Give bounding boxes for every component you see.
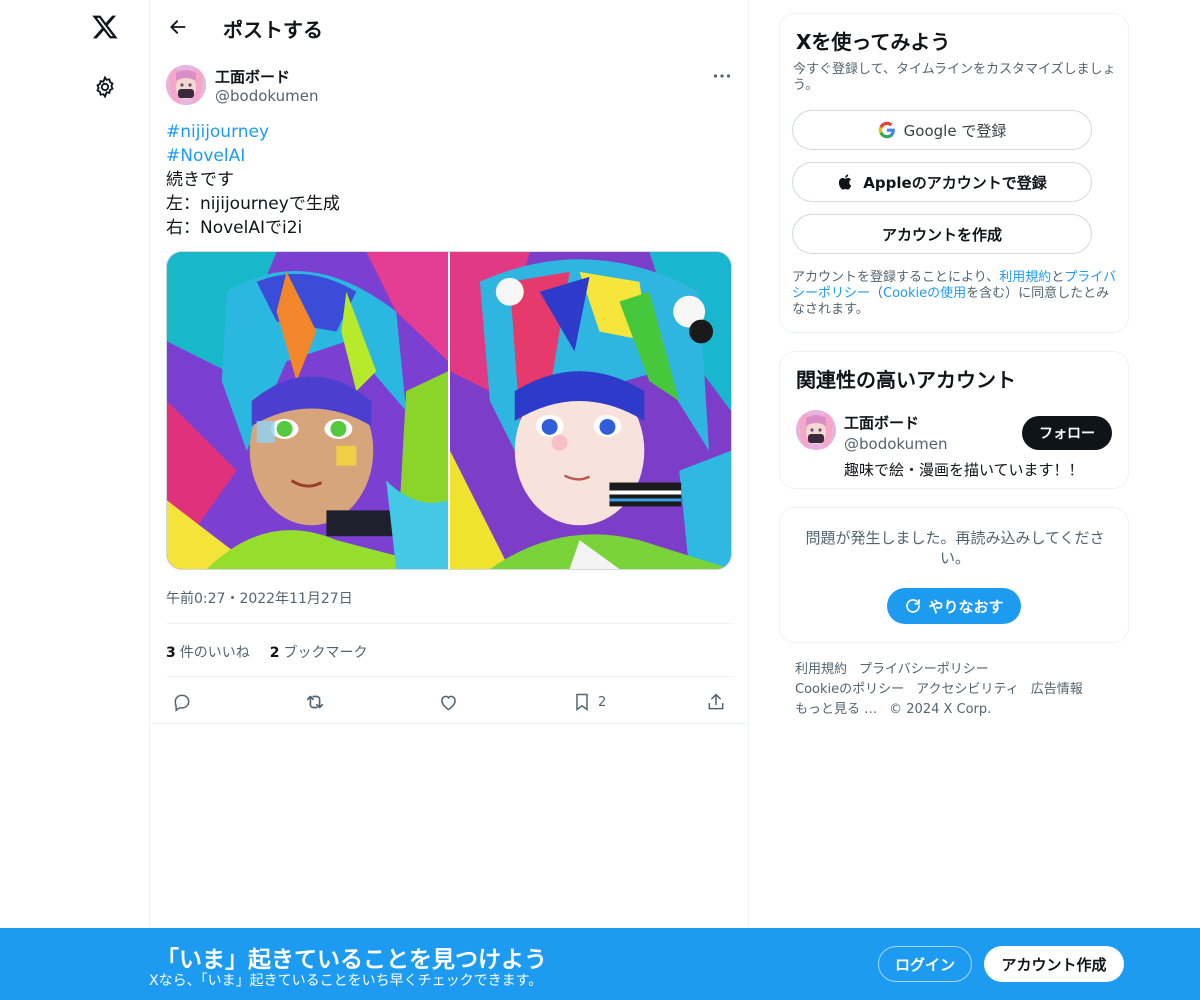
account-bio: 趣味で絵・漫画を描いています！！ — [844, 461, 1084, 479]
footer-link-cookie[interactable]: Cookieのポリシー — [795, 682, 904, 697]
tweet-text: #nijijourney #NovelAI 続きです 左：nijijourney… — [166, 120, 736, 240]
left-nav — [0, 0, 150, 1000]
media-image-left[interactable] — [167, 252, 448, 569]
signup-title: Xを使ってみよう — [796, 30, 951, 54]
terms-prefix: アカウントを登録することにより、 — [792, 270, 1000, 285]
footer-link-ads[interactable]: 広告情報 — [1031, 682, 1083, 697]
author-handle[interactable]: @bodokumen — [215, 87, 318, 105]
apple-icon — [839, 174, 852, 190]
terms-and: と — [1051, 270, 1065, 285]
tweet-actions: 2 — [166, 688, 734, 716]
gear-icon[interactable] — [90, 72, 120, 102]
hashtag-link[interactable]: #nijijourney — [166, 120, 736, 144]
tweet-media — [166, 251, 732, 570]
signup-card: Xを使ってみよう 今すぐ登録して、タイムラインをカスタマイズしましょう。 Goo… — [779, 13, 1129, 333]
apple-signup-label: Appleのアカウントで登録 — [863, 173, 1047, 192]
google-icon — [878, 121, 895, 139]
share-icon[interactable] — [706, 688, 726, 716]
bookmark-count: 2 — [598, 694, 607, 710]
x-logo-icon[interactable] — [88, 10, 122, 44]
tweet-stats: 3 件のいいね 2 ブックマーク — [166, 642, 368, 662]
divider — [150, 723, 748, 724]
bookmarks-label: ブックマーク — [283, 645, 368, 661]
follow-button[interactable]: フォロー — [1022, 416, 1112, 450]
signup-subtitle: 今すぐ登録して、タイムラインをカスタマイズしましょう。 — [793, 62, 1116, 93]
avatar[interactable] — [166, 65, 206, 105]
terms-text: アカウントを登録することにより、利用規約とプライバシーポリシー（Cookieの使… — [792, 270, 1122, 318]
author-name[interactable]: 工面ボード — [215, 66, 290, 87]
error-message: 問題が発生しました。再読み込みしてください。 — [805, 529, 1105, 567]
terms-link[interactable]: 利用規約 — [999, 270, 1051, 285]
arrow-left-icon[interactable] — [164, 13, 192, 41]
tweet-line: 右：NovelAIでi2i — [166, 218, 303, 238]
retry-button[interactable]: やりなおす — [887, 588, 1021, 624]
divider — [166, 676, 734, 677]
heart-icon[interactable] — [438, 688, 459, 716]
google-signup-label: Google で登録 — [903, 121, 1007, 140]
likes-label: 件のいいね — [179, 645, 250, 661]
create-account-banner-button[interactable]: アカウント作成 — [984, 946, 1124, 982]
banner-title: 「いま」起きていることを見つけよう — [156, 947, 547, 973]
tweet-line: 続きです — [166, 170, 234, 190]
error-card: 問題が発生しました。再読み込みしてください。 やりなおす — [779, 507, 1129, 643]
login-button[interactable]: ログイン — [878, 946, 972, 982]
create-account-label: アカウントを作成 — [881, 225, 1002, 244]
bookmark-icon[interactable]: 2 — [572, 688, 606, 716]
divider — [166, 623, 734, 624]
avatar[interactable] — [796, 410, 836, 450]
footer-links: 利用規約 プライバシーポリシー Cookieのポリシー アクセシビリティ 広告情報 も… — [795, 660, 1125, 720]
create-account-button[interactable]: アカウントを作成 — [792, 214, 1092, 254]
footer-copyright: © 2024 X Corp. — [889, 702, 992, 717]
banner-subtitle: Xなら、「いま」起きていることをいち早くチェックできます。 — [149, 973, 543, 989]
likes-stat[interactable]: 3 件のいいね — [166, 642, 250, 662]
cookie-link[interactable]: Cookieの使用 — [883, 286, 966, 301]
google-signup-button[interactable]: Google で登録 — [792, 110, 1092, 150]
reply-icon[interactable] — [172, 688, 192, 716]
page-header: ポストする — [150, 0, 748, 54]
likes-count: 3 — [166, 645, 176, 661]
refresh-icon — [906, 599, 921, 613]
more-horizontal-icon[interactable] — [708, 66, 736, 86]
tweet-author: 工面ボード @bodokumen — [166, 64, 736, 108]
repost-icon[interactable] — [304, 688, 326, 716]
tweet-line: 左：nijijourneyで生成 — [166, 194, 340, 214]
apple-signup-button[interactable]: Appleのアカウントで登録 — [792, 162, 1092, 202]
bookmarks-stat[interactable]: 2 ブックマーク — [270, 642, 368, 662]
page-title: ポストする — [223, 18, 323, 42]
retry-label: やりなおす — [928, 597, 1004, 616]
footer-link-terms[interactable]: 利用規約 — [795, 662, 847, 677]
footer-link-accessibility[interactable]: アクセシビリティ — [916, 682, 1019, 697]
signup-banner: 「いま」起きていることを見つけよう Xなら、「いま」起きていることをいち早くチェ… — [0, 928, 1200, 1000]
bookmarks-count: 2 — [269, 645, 280, 661]
footer-link-privacy[interactable]: プライバシーポリシー — [859, 662, 989, 677]
cookie-open: （ — [870, 286, 884, 301]
hashtag-link[interactable]: #NovelAI — [166, 144, 736, 168]
relevant-accounts-card: 関連性の高いアカウント 工面ボード @bodokumen 趣味で絵・漫画を描いて… — [779, 351, 1129, 489]
account-name[interactable]: 工面ボード — [844, 412, 919, 433]
account-handle[interactable]: @bodokumen — [844, 435, 947, 453]
main-column: ポストする 工面ボード @bodokumen #nijijourney #Nov… — [149, 0, 749, 1000]
media-image-right[interactable] — [450, 252, 731, 569]
footer-link-more[interactable]: もっと見る … — [795, 702, 877, 717]
tweet-timestamp[interactable]: 午前0:27・2022年11月27日 — [166, 588, 353, 608]
relevant-title: 関連性の高いアカウント — [796, 368, 1016, 392]
